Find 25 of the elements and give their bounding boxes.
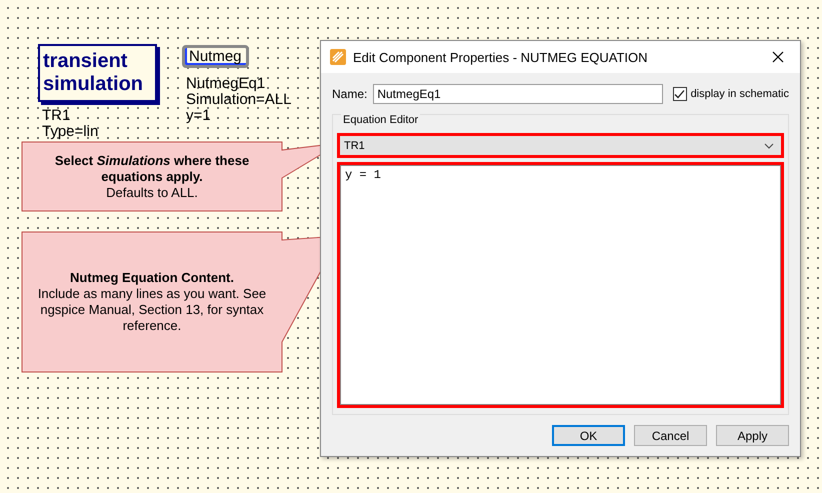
simulation-block: transient simulation: [38, 44, 157, 102]
dialog-button[interactable]: OK: [552, 425, 625, 446]
name-field[interactable]: NutmegEq1: [373, 84, 663, 104]
simulation-dropdown[interactable]: TR1: [340, 136, 781, 155]
dialog-button[interactable]: Cancel: [634, 425, 707, 446]
app-icon: [330, 49, 346, 65]
checkbox-label: display in schematic: [690, 88, 789, 100]
property-label: Type=lin: [42, 124, 100, 140]
dialog-button[interactable]: Apply: [716, 425, 789, 446]
close-icon[interactable]: [772, 51, 784, 63]
property-label: TR1: [42, 108, 72, 124]
property-label: y=1: [186, 108, 212, 124]
callout-heading: Select Simulations where these equations apply.: [54, 152, 250, 184]
property-label: NutmegEq1: [186, 76, 266, 92]
callout-body: Include as many lines as you want. See ngspice Manual, Section 13, for syntax reference.: [36, 286, 268, 334]
equation-block: Nutmeg: [182, 45, 249, 68]
callout-heading: Nutmeg Equation Content.: [70, 270, 234, 286]
field-label: Name:: [332, 87, 368, 101]
caret-icon: [764, 142, 774, 148]
window-title: Edit Component Properties - NUTMEG EQUATION: [353, 50, 649, 64]
group-label: Equation Editor: [341, 114, 420, 126]
callout-body: Defaults to ALL.: [106, 184, 198, 200]
property-label: Simulation=ALL: [186, 92, 292, 108]
checkbox[interactable]: [672, 87, 687, 101]
equation-editor[interactable]: y = 1: [340, 165, 781, 405]
